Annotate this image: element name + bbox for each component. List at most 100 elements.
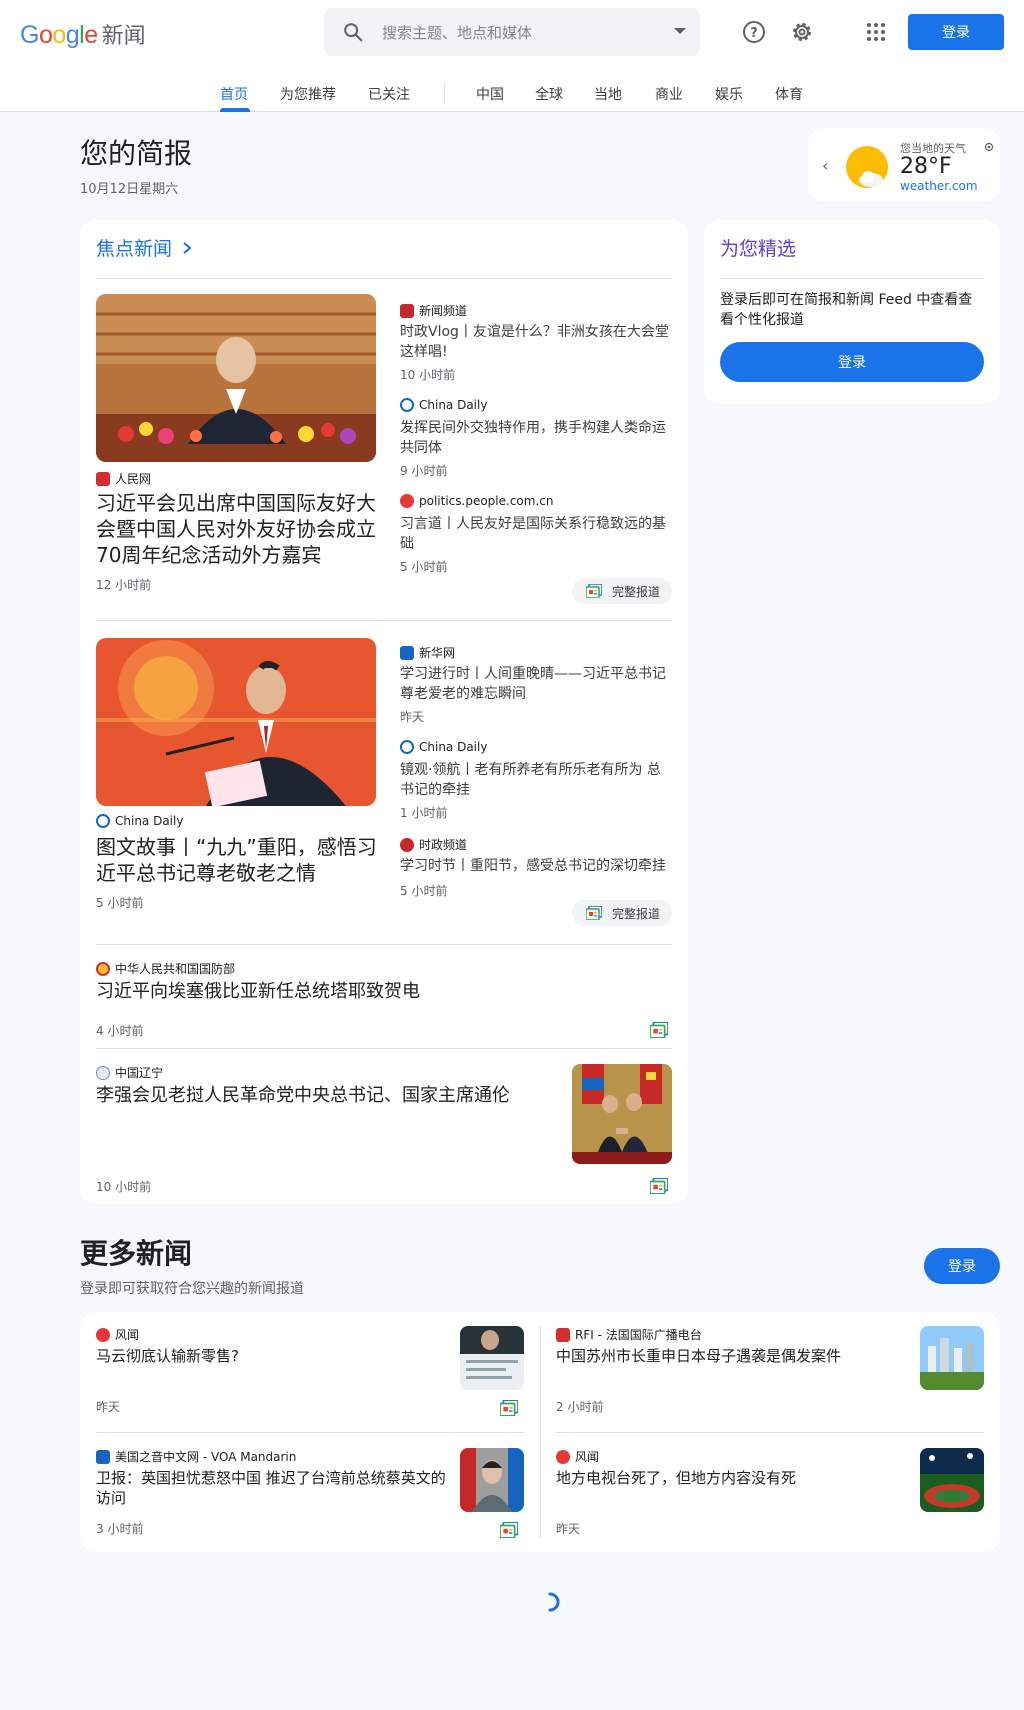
picks-title: 为您精选	[720, 238, 797, 260]
story-source[interactable]: China Daily	[400, 398, 487, 412]
search-input[interactable]: 搜索主题、地点和媒体	[382, 22, 532, 43]
loading-spinner-icon	[548, 1592, 560, 1612]
more-news-signin-button[interactable]: 登录	[924, 1248, 1000, 1284]
story-image[interactable]	[96, 294, 376, 462]
story-image[interactable]	[920, 1326, 984, 1390]
divider	[96, 278, 672, 279]
source-logo-icon	[400, 837, 414, 852]
tab-world[interactable]: 全球	[535, 84, 563, 104]
signin-button[interactable]: 登录	[908, 14, 1004, 50]
story-headline[interactable]: 时政Vlog丨友谊是什么？非洲女孩在大会堂这样唱!	[400, 322, 672, 362]
story-image[interactable]	[920, 1448, 984, 1512]
source-name: China Daily	[419, 398, 488, 412]
tab-business[interactable]: 商业	[655, 84, 683, 104]
full-coverage-icon[interactable]	[500, 1522, 518, 1538]
story-image[interactable]	[96, 638, 376, 806]
story-headline[interactable]: 习近平向埃塞俄比亚新任总统塔耶致贺电	[96, 980, 656, 1004]
search-icon[interactable]	[342, 21, 364, 43]
chevron-left-icon[interactable]: ‹	[822, 156, 828, 175]
full-coverage-button[interactable]: 完整报道	[572, 578, 673, 604]
chevron-right-icon	[183, 241, 192, 254]
chevron-down-icon[interactable]	[674, 28, 686, 34]
tab-for-you[interactable]: 为您推荐	[280, 84, 336, 104]
tab-sports[interactable]: 体育	[775, 84, 803, 104]
source-name: politics.people.com.cn	[419, 494, 554, 508]
logo-suffix: 新闻	[101, 24, 146, 49]
story-headline[interactable]: 图文故事丨“九九”重阳，感悟习近平总书记尊老敬老之情	[96, 834, 378, 886]
story-headline[interactable]: 镜观·领航丨老有所养老有所乐老有所为 总书记的牵挂	[400, 760, 672, 800]
story-headline[interactable]: 习近平会见出席中国国际友好大会暨中国人民对外友好协会成立70周年纪念活动外方嘉宾	[96, 490, 378, 568]
story-source[interactable]: politics.people.com.cn	[400, 494, 553, 508]
tab-china[interactable]: 中国	[476, 84, 504, 104]
story-headline[interactable]: 地方电视台死了，但地方内容没有死	[556, 1468, 896, 1488]
story-source[interactable]: China Daily	[96, 814, 183, 828]
story-headline[interactable]: 发挥民间外交独特作用，携手构建人类命运共同体	[400, 418, 672, 458]
source-name: 新闻频道	[419, 304, 468, 318]
story-time: 2 小时前	[556, 1400, 604, 1414]
tab-divider	[444, 84, 445, 104]
tab-home[interactable]: 首页	[220, 84, 248, 104]
apps-grid-icon[interactable]	[864, 20, 888, 44]
picks-signin-button[interactable]: 登录	[720, 342, 984, 382]
logo-google-text: Google	[20, 21, 98, 49]
google-news-logo[interactable]: Google 新闻	[20, 18, 146, 50]
story-source[interactable]: 风闻	[96, 1326, 139, 1343]
story-source[interactable]: 新闻频道	[400, 302, 467, 319]
source-logo-icon	[556, 1327, 570, 1342]
full-coverage-icon	[586, 906, 602, 920]
story-time: 9 小时前	[400, 464, 448, 478]
story-headline[interactable]: 中国苏州市长重申日本母子遇袭是偶发案件	[556, 1346, 896, 1366]
tab-entertainment[interactable]: 娱乐	[715, 84, 743, 104]
location-icon	[984, 142, 994, 152]
full-coverage-label: 完整报道	[612, 584, 661, 599]
settings-gear-icon[interactable]	[790, 20, 814, 44]
source-name: 人民网	[115, 472, 152, 486]
source-logo-icon	[400, 303, 414, 318]
story-image[interactable]	[460, 1448, 524, 1512]
source-name: RFI - 法国国际广播电台	[575, 1328, 702, 1342]
search-box[interactable]: 搜索主题、地点和媒体	[324, 8, 700, 56]
story-image[interactable]	[572, 1064, 672, 1164]
tab-local[interactable]: 当地	[594, 84, 622, 104]
more-news-card: 风闻 马云彻底认输新零售? 昨天 美国之音中文网 - VOA Mandarin …	[80, 1312, 1000, 1552]
source-name: 时政频道	[419, 838, 468, 852]
active-tab-indicator	[220, 108, 250, 112]
story-headline[interactable]: 卫报：英国担忧惹怒中国 推迟了台湾前总统蔡英文的访问	[96, 1468, 446, 1508]
story-image[interactable]	[460, 1326, 524, 1390]
divider	[96, 1048, 672, 1049]
briefing-date: 10月12日星期六	[80, 182, 179, 197]
full-coverage-icon[interactable]	[500, 1400, 518, 1416]
partly-sunny-icon	[846, 146, 888, 188]
more-news-title: 更多新闻	[80, 1237, 193, 1270]
full-coverage-icon[interactable]	[650, 1022, 668, 1038]
story-headline[interactable]: 李强会见老挝人民革命党中央总书记、国家主席通伦	[96, 1084, 556, 1108]
story-source[interactable]: 人民网	[96, 470, 151, 487]
full-coverage-button[interactable]: 完整报道	[572, 900, 673, 926]
story-source[interactable]: 美国之音中文网 - VOA Mandarin	[96, 1448, 296, 1465]
divider	[96, 620, 672, 621]
story-source[interactable]: 新华网	[400, 644, 455, 661]
help-icon[interactable]: ?	[742, 20, 766, 44]
story-source[interactable]: 风闻	[556, 1448, 599, 1465]
story-headline[interactable]: 马云彻底认输新零售?	[96, 1346, 416, 1366]
story-source[interactable]: 中华人民共和国国防部	[96, 960, 235, 977]
story-headline[interactable]: 学习时节丨重阳节，感受总书记的深切牵挂	[400, 856, 672, 876]
story-source[interactable]: 时政频道	[400, 836, 467, 853]
full-coverage-icon[interactable]	[650, 1178, 668, 1194]
source-logo-icon	[400, 398, 414, 412]
weather-source-link[interactable]: weather.com	[900, 179, 978, 193]
story-source[interactable]: RFI - 法国国际广播电台	[556, 1326, 702, 1343]
story-source[interactable]: China Daily	[400, 740, 487, 754]
source-logo-icon	[96, 1065, 110, 1080]
story-headline[interactable]: 学习进行时丨人间重晚晴——习近平总书记尊老爱老的难忘瞬间	[400, 664, 672, 704]
story-headline[interactable]: 习言道丨人民友好是国际关系行稳致远的基础	[400, 514, 672, 554]
top-stories-title: 焦点新闻	[96, 238, 173, 260]
source-logo-icon	[400, 645, 414, 660]
source-logo-icon	[96, 1449, 110, 1464]
story-time: 1 小时前	[400, 806, 448, 820]
story-time: 3 小时前	[96, 1522, 144, 1536]
tab-following[interactable]: 已关注	[368, 84, 410, 104]
story-source[interactable]: 中国辽宁	[96, 1064, 163, 1081]
top-stories-link[interactable]: 焦点新闻	[96, 234, 194, 261]
weather-widget[interactable]: ‹ 您当地的天气 28°F weather.com	[808, 128, 1000, 202]
